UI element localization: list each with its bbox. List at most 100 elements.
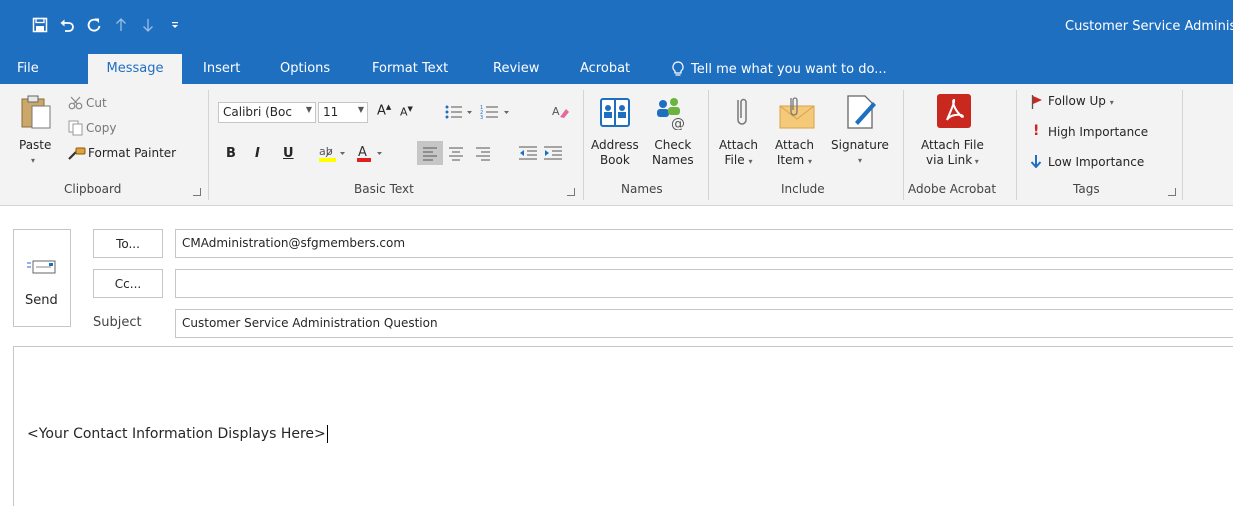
high-importance-button[interactable]: High Importance xyxy=(1048,125,1148,139)
subject-field[interactable]: Customer Service Administration Question xyxy=(175,309,1233,338)
paste-button[interactable]: Paste xyxy=(19,138,51,153)
svg-text:A: A xyxy=(358,145,367,160)
tab-format-text[interactable]: Format Text xyxy=(372,61,448,76)
check-names-button[interactable]: Check Names xyxy=(652,138,694,168)
chevron-down-icon: ▾ xyxy=(808,157,813,166)
paste-icon[interactable] xyxy=(20,94,54,133)
message-body[interactable]: <Your Contact Information Displays Here> xyxy=(13,346,1233,506)
svg-text:A: A xyxy=(552,105,560,118)
underline-button[interactable]: U xyxy=(283,146,294,161)
group-label-include: Include xyxy=(781,182,825,196)
tell-me-search[interactable]: Tell me what you want to do... xyxy=(672,61,887,77)
attach-via-link-label-1: Attach File xyxy=(921,138,984,152)
customize-icon[interactable] xyxy=(163,14,187,36)
shrink-font-icon[interactable]: A▼ xyxy=(400,105,413,119)
signature-button[interactable]: Signature ▾ xyxy=(831,138,889,168)
grow-font-icon[interactable]: A▲ xyxy=(377,103,391,118)
tab-acrobat[interactable]: Acrobat xyxy=(580,61,630,76)
group-divider xyxy=(208,90,209,200)
paste-dropdown-icon[interactable]: ▾ xyxy=(31,156,35,165)
align-right-icon[interactable] xyxy=(474,146,492,165)
attach-file-via-link-button[interactable]: Attach File via Link ▾ xyxy=(921,138,984,169)
group-divider xyxy=(1182,90,1183,200)
tab-file[interactable]: File xyxy=(17,61,39,76)
tab-insert[interactable]: Insert xyxy=(203,61,240,76)
align-center-icon[interactable] xyxy=(447,146,465,165)
check-names-label-1: Check xyxy=(654,138,692,152)
tab-message[interactable]: Message xyxy=(88,54,182,84)
up-arrow-icon[interactable] xyxy=(109,14,133,36)
highlight-icon[interactable]: ab xyxy=(318,143,348,166)
down-arrow-icon[interactable] xyxy=(136,14,160,36)
check-names-icon[interactable]: @ xyxy=(654,96,688,133)
group-label-adobe-acrobat: Adobe Acrobat xyxy=(908,182,997,196)
cc-field[interactable] xyxy=(175,269,1233,298)
copy-button[interactable]: Copy xyxy=(86,121,116,135)
bullets-icon[interactable] xyxy=(445,104,475,123)
chevron-down-icon: ▾ xyxy=(972,157,979,166)
font-color-icon[interactable]: A xyxy=(356,143,386,166)
font-name-value: Calibri (Boc xyxy=(223,105,292,119)
follow-up-button[interactable]: Follow Up ▾ xyxy=(1048,94,1114,108)
address-book-label-2: Book xyxy=(599,153,630,167)
check-names-label-2: Names xyxy=(652,153,694,167)
group-divider xyxy=(583,90,584,200)
text-cursor xyxy=(326,425,328,443)
save-icon[interactable] xyxy=(28,14,52,36)
attach-item-icon[interactable] xyxy=(777,94,817,133)
address-book-button[interactable]: Address Book xyxy=(591,138,639,168)
tags-launcher-icon[interactable] xyxy=(1168,188,1176,196)
decrease-indent-icon[interactable] xyxy=(518,145,538,164)
cut-icon[interactable] xyxy=(68,96,84,113)
attach-file-icon[interactable] xyxy=(732,94,752,133)
clear-formatting-icon[interactable]: A xyxy=(552,104,570,123)
align-left-icon[interactable] xyxy=(417,141,443,165)
attach-item-label-1: Attach xyxy=(775,138,814,152)
copy-icon[interactable] xyxy=(68,120,84,139)
font-size-combo[interactable]: 11 ▼ xyxy=(318,102,368,123)
to-field[interactable]: CMAdministration@sfgmembers.com xyxy=(175,229,1233,258)
attach-item-button[interactable]: Attach Item ▾ xyxy=(775,138,814,169)
ribbon-tabs: File Message Insert Options Format Text … xyxy=(0,54,1233,84)
group-divider xyxy=(708,90,709,200)
cut-button[interactable]: Cut xyxy=(86,96,107,110)
chevron-down-icon: ▼ xyxy=(305,105,312,114)
low-importance-button[interactable]: Low Importance xyxy=(1048,155,1144,169)
format-painter-icon[interactable] xyxy=(68,147,86,164)
chevron-down-icon: ▾ xyxy=(748,157,753,166)
numbering-icon[interactable]: 123 xyxy=(480,104,512,123)
chevron-down-icon: ▾ xyxy=(857,156,862,165)
tab-options[interactable]: Options xyxy=(280,61,330,76)
send-button[interactable]: Send xyxy=(13,229,71,327)
follow-up-label: Follow Up xyxy=(1048,94,1106,108)
address-book-label-1: Address xyxy=(591,138,639,152)
adobe-acrobat-icon[interactable] xyxy=(937,94,971,131)
low-importance-icon[interactable] xyxy=(1030,154,1042,171)
signature-icon[interactable] xyxy=(845,94,879,133)
tab-review[interactable]: Review xyxy=(493,61,539,76)
basic-text-launcher-icon[interactable] xyxy=(567,188,575,196)
address-book-icon[interactable] xyxy=(598,96,632,133)
window-title: Customer Service Adminis xyxy=(1065,19,1233,34)
increase-indent-icon[interactable] xyxy=(543,145,563,164)
redo-icon[interactable] xyxy=(82,14,106,36)
clipboard-launcher-icon[interactable] xyxy=(193,188,201,196)
font-name-combo[interactable]: Calibri (Boc ▼ xyxy=(218,102,316,123)
attach-file-button[interactable]: Attach File ▾ xyxy=(719,138,758,169)
subject-label: Subject xyxy=(93,315,142,330)
group-label-names: Names xyxy=(621,182,663,196)
italic-button[interactable]: I xyxy=(255,146,260,161)
ribbon: Paste ▾ Cut Copy Format Painter Clipboar… xyxy=(0,84,1233,206)
send-label: Send xyxy=(25,293,58,308)
undo-icon[interactable] xyxy=(55,14,79,36)
svg-text:3: 3 xyxy=(480,115,483,120)
svg-text:@: @ xyxy=(671,116,685,130)
cc-button[interactable]: Cc... xyxy=(93,269,163,298)
group-divider xyxy=(1016,90,1017,200)
bold-button[interactable]: B xyxy=(226,146,236,161)
to-button[interactable]: To... xyxy=(93,229,163,258)
attach-item-label-2: Item xyxy=(776,153,805,167)
format-painter-button[interactable]: Format Painter xyxy=(88,146,176,160)
follow-up-flag-icon[interactable] xyxy=(1031,95,1043,112)
high-importance-icon[interactable]: ! xyxy=(1033,123,1039,139)
